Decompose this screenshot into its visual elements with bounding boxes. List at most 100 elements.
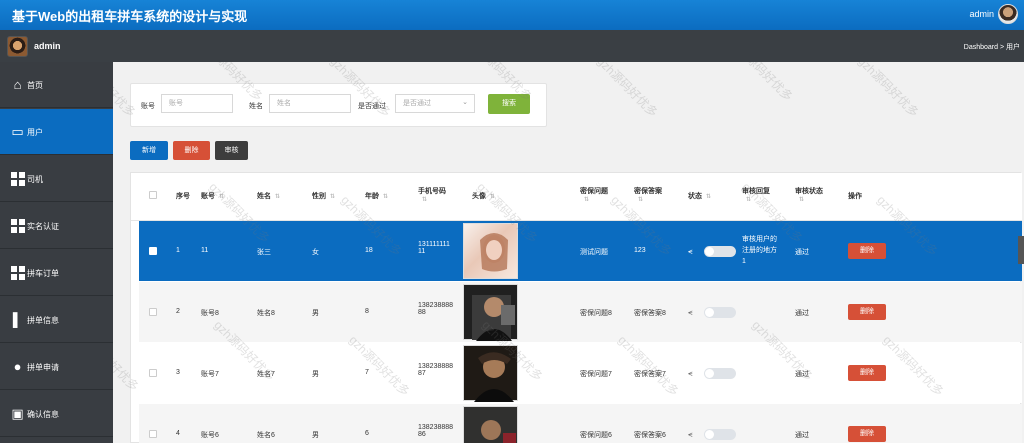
- row-answer: 123: [634, 247, 646, 254]
- app-title: 基于Web的出租车拼车系统的设计与实现: [12, 9, 248, 24]
- chat-icon: ▭: [11, 124, 24, 139]
- grid-icon: [11, 219, 25, 233]
- row-name: 姓名7: [257, 371, 275, 378]
- watermark: gzh源码好优多: [729, 62, 796, 104]
- name-label: 姓名: [249, 103, 263, 110]
- column-gender[interactable]: 性别 ⇅: [312, 191, 335, 201]
- row-age: 6: [365, 430, 369, 437]
- select-all-checkbox[interactable]: [149, 191, 157, 199]
- column-review-reply[interactable]: 审核回复 ⇅: [742, 186, 770, 203]
- sidebar-item-label: 拼车订单: [27, 269, 59, 278]
- share-icon: ⪪: [688, 308, 693, 317]
- row-checkbox[interactable]: [149, 430, 157, 438]
- row-delete-button[interactable]: 删除: [848, 426, 886, 442]
- sidebar-item-label: 司机: [27, 175, 43, 184]
- column-avatar[interactable]: 头像 ⇅: [472, 191, 495, 201]
- sidebar-item-orders[interactable]: 拼车订单: [0, 250, 113, 296]
- search-button[interactable]: 搜索: [488, 94, 530, 114]
- row-checkbox[interactable]: [149, 247, 157, 255]
- review-button[interactable]: 审核: [215, 141, 248, 160]
- row-review-status: 通过: [795, 249, 809, 256]
- user-avatar-photo: [463, 345, 518, 402]
- top-user-name[interactable]: admin: [969, 9, 994, 19]
- row-question: 测试问题: [580, 249, 608, 256]
- sidebar-item-drivers[interactable]: 司机: [0, 156, 113, 202]
- row-gender: 女: [312, 249, 319, 256]
- row-gender: 男: [312, 371, 319, 378]
- sidebar-item-confirm-info[interactable]: ▣ 确认信息: [0, 391, 113, 437]
- user-table: 序号 账号 ⇅ 姓名 ⇅ 性别 ⇅ 年龄 ⇅ 手机号码 ⇅ 头像 ⇅ 密保问题 ⇅ 密保答案 ⇅…: [130, 172, 1022, 443]
- row-index: 2: [176, 308, 180, 315]
- sidebar-item-pool-request[interactable]: ● 拼单申请: [0, 344, 113, 390]
- column-name[interactable]: 姓名 ⇅: [257, 191, 280, 201]
- status-toggle[interactable]: [704, 307, 736, 318]
- share-icon: ⪪: [688, 369, 693, 378]
- row-account: 账号6: [201, 432, 219, 439]
- row-answer: 密保答案6: [634, 432, 666, 439]
- add-button[interactable]: 新增: [130, 141, 168, 160]
- column-phone[interactable]: 手机号码 ⇅: [418, 186, 446, 203]
- status-toggle[interactable]: [704, 429, 736, 440]
- status-toggle[interactable]: [704, 246, 736, 257]
- row-question: 密保问题8: [580, 310, 612, 317]
- row-answer: 密保答案7: [634, 371, 666, 378]
- row-delete-button[interactable]: 删除: [848, 243, 886, 259]
- sidebar-user-name: admin: [34, 41, 61, 51]
- main-content: 账号 账号 姓名 姓名 是否通过 是否通过 搜索 新增 删除 审核 序号 账号⇅…: [113, 62, 1024, 443]
- column-age[interactable]: 年龄 ⇅: [365, 191, 388, 201]
- approved-select[interactable]: 是否通过: [395, 94, 475, 113]
- row-name: 张三: [257, 249, 271, 256]
- bulb-icon: ●: [13, 359, 22, 374]
- row-index: 1: [176, 247, 180, 254]
- row-answer: 密保答案8: [634, 310, 666, 317]
- delete-button[interactable]: 删除: [173, 141, 210, 160]
- sidebar-item-verification[interactable]: 实名认证: [0, 203, 113, 249]
- row-age: 8: [365, 308, 369, 315]
- sidebar-item-pool-info[interactable]: ▌ 拼单信息: [0, 297, 113, 343]
- row-checkbox[interactable]: [149, 369, 157, 377]
- scrollbar-thumb[interactable]: [1018, 236, 1024, 264]
- account-input[interactable]: 账号: [161, 94, 233, 113]
- column-account[interactable]: 账号 ⇅: [201, 191, 224, 201]
- column-status-toggle[interactable]: 状态 ⇅: [688, 191, 711, 201]
- column-answer[interactable]: 密保答案 ⇅: [634, 186, 662, 203]
- watermark: gzh源码好优多: [594, 62, 661, 120]
- row-delete-button[interactable]: 删除: [848, 304, 886, 320]
- row-delete-button[interactable]: 删除: [848, 365, 886, 381]
- row-review-status: 通过: [795, 310, 809, 317]
- row-checkbox[interactable]: [149, 308, 157, 316]
- home-icon: ⌂: [13, 77, 22, 92]
- user-avatar-photo: [463, 406, 518, 443]
- row-question: 密保问题6: [580, 432, 612, 439]
- row-phone: 131111111 11: [418, 241, 450, 255]
- sidebar-item-users[interactable]: ▭ 用户: [0, 109, 113, 155]
- row-account: 账号7: [201, 371, 219, 378]
- share-icon: ⪪: [688, 430, 693, 439]
- share-icon: ⪪: [688, 247, 693, 256]
- column-review-status[interactable]: 审核状态 ⇅: [795, 186, 823, 203]
- sidebar-item-label: 用户: [27, 128, 43, 137]
- row-gender: 男: [312, 432, 319, 439]
- top-avatar[interactable]: [998, 4, 1018, 24]
- status-toggle[interactable]: [704, 368, 736, 379]
- grid-icon: [11, 172, 25, 186]
- row-phone: 138238888 88: [418, 302, 454, 316]
- sidebar-item-home[interactable]: ⌂ 首页: [0, 62, 113, 108]
- row-age: 18: [365, 247, 373, 254]
- approved-label: 是否通过: [358, 103, 386, 110]
- column-question[interactable]: 密保问题 ⇅: [580, 186, 608, 203]
- row-gender: 男: [312, 310, 319, 317]
- book-icon: ▌: [12, 312, 23, 327]
- row-account: 11: [201, 247, 209, 254]
- grid-icon: [11, 266, 25, 280]
- table-row[interactable]: 4 账号6 姓名6 男 6 138238888 86 密保问题6 密保答案6 ⪪ …: [139, 404, 1022, 443]
- table-row[interactable]: 1 11 张三 女 18 131111111 11 测试问题 123 ⪪ 审核用户…: [139, 221, 1022, 281]
- table-header: 序号 账号 ⇅ 姓名 ⇅ 性别 ⇅ 年龄 ⇅ 手机号码 ⇅ 头像 ⇅ 密保问题 ⇅ 密保答案 ⇅…: [131, 173, 1022, 221]
- name-input[interactable]: 姓名: [269, 94, 351, 113]
- row-age: 7: [365, 369, 369, 376]
- sidebar-item-label: 拼单申请: [27, 363, 59, 372]
- row-review-status: 通过: [795, 371, 809, 378]
- table-row[interactable]: 2 账号8 姓名8 男 8 138238888 88 密保问题8 密保答案8 ⪪ …: [139, 282, 1022, 342]
- table-row[interactable]: 3 账号7 姓名7 男 7 138238888 87 密保问题7 密保答案7 ⪪ …: [139, 343, 1022, 403]
- sidebar-item-label: 确认信息: [27, 410, 59, 419]
